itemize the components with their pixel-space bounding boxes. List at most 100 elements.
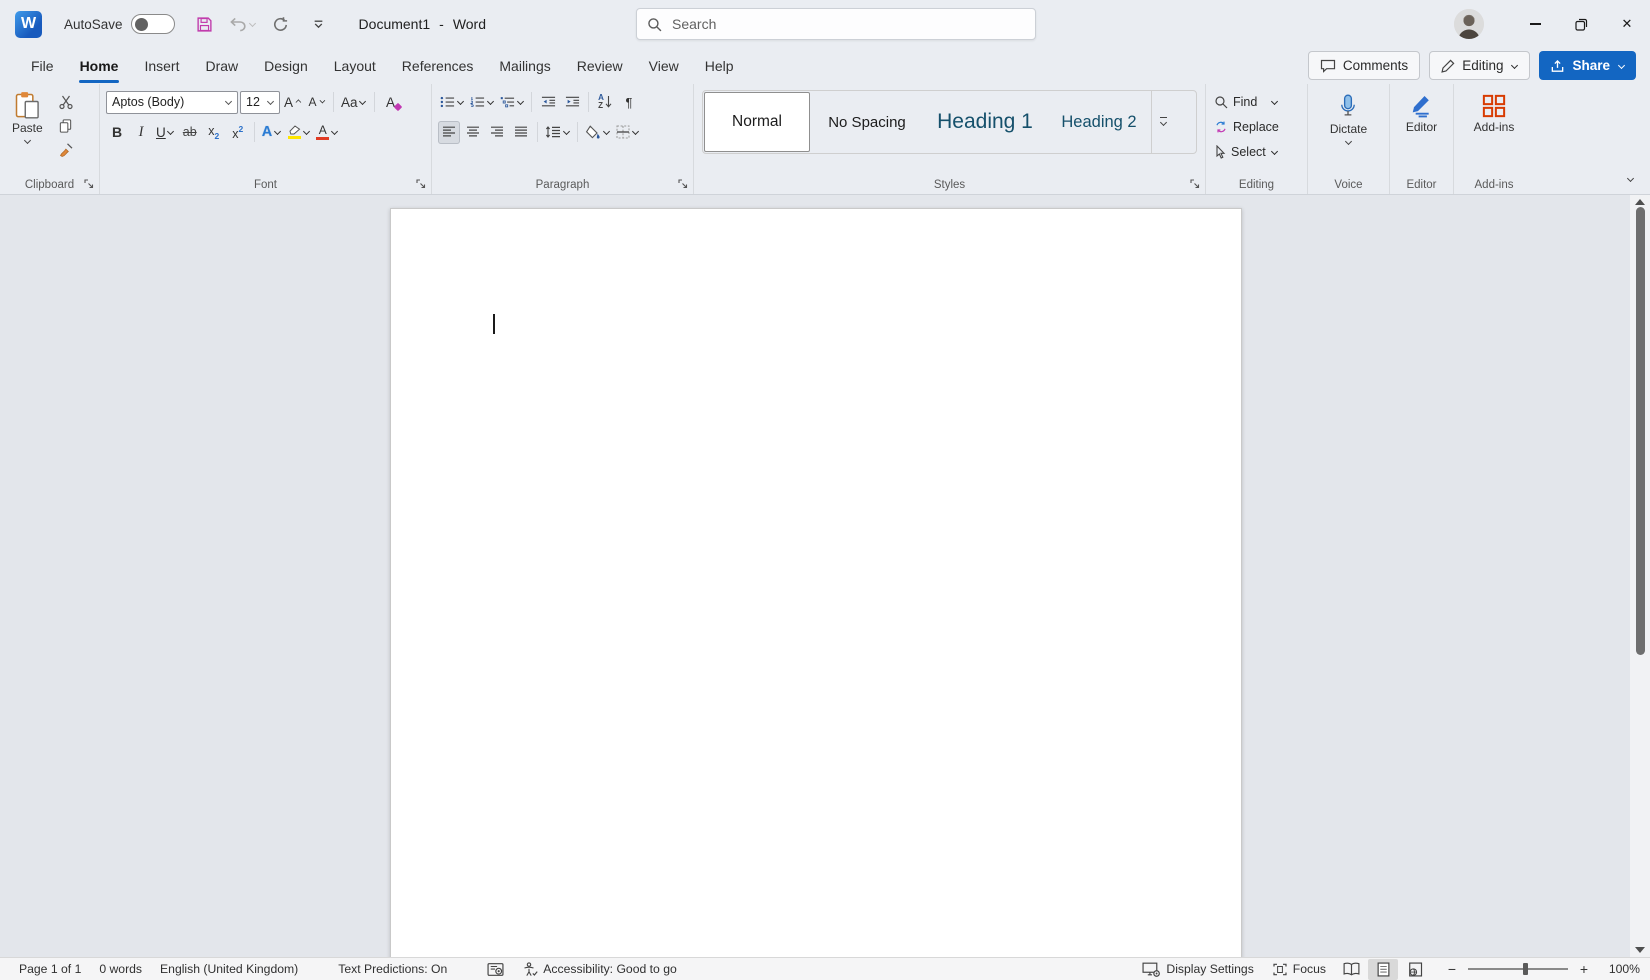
dictate-dropdown-chevron[interactable] xyxy=(1344,138,1352,146)
paste-button[interactable]: Paste xyxy=(6,89,49,160)
italic-button[interactable]: I xyxy=(130,121,152,144)
text-effects-chevron[interactable] xyxy=(273,128,281,136)
line-spacing-button[interactable] xyxy=(543,121,572,144)
style-no-spacing[interactable]: No Spacing xyxy=(811,91,923,153)
font-name-combo[interactable]: Aptos (Body) xyxy=(106,91,238,114)
tab-design[interactable]: Design xyxy=(251,50,321,82)
tab-view[interactable]: View xyxy=(636,50,692,82)
highlight-dropdown-chevron[interactable] xyxy=(302,128,310,136)
scrollbar-thumb[interactable] xyxy=(1636,207,1645,655)
clipboard-dialog-launcher[interactable] xyxy=(82,177,96,191)
zoom-in-button[interactable]: + xyxy=(1577,961,1591,977)
tab-references[interactable]: References xyxy=(389,50,487,82)
numbering-button[interactable] xyxy=(468,91,496,114)
accessibility-status[interactable]: Accessibility: Good to go xyxy=(513,958,685,980)
save-button[interactable] xyxy=(191,10,219,38)
word-logo-icon[interactable]: W xyxy=(15,11,42,38)
text-effects-button[interactable]: A xyxy=(260,121,283,144)
print-layout-button[interactable] xyxy=(1368,959,1398,980)
display-settings-button[interactable]: Display Settings xyxy=(1133,958,1262,980)
superscript-button[interactable]: x2 xyxy=(227,121,249,144)
bold-button[interactable]: B xyxy=(106,121,128,144)
shrink-font-button[interactable]: A xyxy=(306,91,328,114)
language-indicator[interactable]: English (United Kingdom) xyxy=(151,958,307,980)
word-count[interactable]: 0 words xyxy=(90,958,151,980)
text-highlight-button[interactable] xyxy=(285,121,312,144)
strikethrough-button[interactable]: ab xyxy=(179,121,201,144)
find-dropdown-chevron[interactable] xyxy=(1270,98,1278,106)
decrease-indent-button[interactable] xyxy=(537,91,559,114)
show-formatting-button[interactable]: ¶ xyxy=(618,91,640,114)
borders-button[interactable] xyxy=(614,121,641,144)
underline-button[interactable]: U xyxy=(154,121,177,144)
bullets-button[interactable] xyxy=(438,91,466,114)
autosave-toggle[interactable] xyxy=(131,14,175,34)
sort-button[interactable]: A Z xyxy=(594,91,616,114)
tab-review[interactable]: Review xyxy=(564,50,636,82)
justify-button[interactable] xyxy=(510,121,532,144)
document-page[interactable] xyxy=(390,208,1242,957)
share-button[interactable]: Share xyxy=(1539,51,1636,80)
find-button[interactable]: Find xyxy=(1206,91,1307,113)
font-color-chevron[interactable] xyxy=(330,128,338,136)
focus-mode-button[interactable]: Focus xyxy=(1263,958,1335,980)
multilevel-list-button[interactable] xyxy=(498,91,526,114)
vertical-scrollbar[interactable] xyxy=(1630,195,1650,957)
addins-button[interactable]: Add-ins xyxy=(1468,92,1521,136)
tab-home[interactable]: Home xyxy=(67,50,132,82)
change-case-button[interactable]: Aa xyxy=(339,91,369,114)
tab-file[interactable]: File xyxy=(18,50,67,82)
paragraph-dialog-launcher[interactable] xyxy=(676,177,690,191)
select-button[interactable]: Select xyxy=(1206,141,1307,163)
search-box[interactable] xyxy=(636,8,1036,40)
underline-dropdown-chevron[interactable] xyxy=(167,128,175,136)
tab-mailings[interactable]: Mailings xyxy=(486,50,563,82)
account-avatar[interactable] xyxy=(1454,9,1484,39)
close-button[interactable]: ✕ xyxy=(1604,0,1650,48)
tab-layout[interactable]: Layout xyxy=(321,50,389,82)
collapse-ribbon-button[interactable] xyxy=(1626,170,1634,188)
tab-insert[interactable]: Insert xyxy=(131,50,192,82)
customize-quick-access-button[interactable] xyxy=(305,10,333,38)
page-indicator[interactable]: Page 1 of 1 xyxy=(10,958,90,980)
zoom-percentage[interactable]: 100% xyxy=(1600,962,1640,976)
dictate-button[interactable]: Dictate xyxy=(1324,92,1373,148)
proofing-status-button[interactable] xyxy=(478,958,513,980)
scroll-down-button[interactable] xyxy=(1630,943,1650,957)
restore-button[interactable] xyxy=(1558,0,1604,48)
zoom-slider[interactable] xyxy=(1468,968,1568,970)
replace-button[interactable]: Replace xyxy=(1206,116,1307,138)
minimize-button[interactable] xyxy=(1512,0,1558,48)
search-input[interactable] xyxy=(672,16,1002,32)
format-painter-button[interactable] xyxy=(55,139,77,160)
style-heading-2[interactable]: Heading 2 xyxy=(1047,91,1151,153)
text-predictions-indicator[interactable]: Text Predictions: On xyxy=(329,958,456,980)
styles-gallery-more-button[interactable] xyxy=(1151,91,1174,153)
styles-dialog-launcher[interactable] xyxy=(1188,177,1202,191)
web-layout-button[interactable] xyxy=(1400,959,1430,980)
redo-button[interactable] xyxy=(267,10,295,38)
font-size-combo[interactable]: 12 xyxy=(240,91,280,114)
comments-button[interactable]: Comments xyxy=(1308,51,1420,80)
undo-button[interactable] xyxy=(229,10,257,38)
grow-font-button[interactable]: A xyxy=(282,91,304,114)
tab-draw[interactable]: Draw xyxy=(192,50,251,82)
subscript-button[interactable]: x2 xyxy=(203,121,225,144)
cut-button[interactable] xyxy=(55,91,77,112)
style-heading-1[interactable]: Heading 1 xyxy=(923,91,1047,153)
align-left-button[interactable] xyxy=(438,121,460,144)
clear-formatting-button[interactable]: A xyxy=(380,91,402,114)
style-normal[interactable]: Normal xyxy=(704,92,810,152)
copy-button[interactable] xyxy=(55,115,77,136)
undo-dropdown-chevron[interactable] xyxy=(248,20,256,28)
zoom-out-button[interactable]: − xyxy=(1445,961,1459,977)
paste-dropdown-chevron[interactable] xyxy=(23,137,31,145)
font-color-button[interactable]: A xyxy=(314,121,340,144)
align-center-button[interactable] xyxy=(462,121,484,144)
editing-mode-button[interactable]: Editing xyxy=(1429,51,1530,80)
increase-indent-button[interactable] xyxy=(561,91,583,114)
editor-button[interactable]: Editor xyxy=(1400,92,1443,136)
read-mode-button[interactable] xyxy=(1336,959,1366,980)
font-dialog-launcher[interactable] xyxy=(414,177,428,191)
align-right-button[interactable] xyxy=(486,121,508,144)
